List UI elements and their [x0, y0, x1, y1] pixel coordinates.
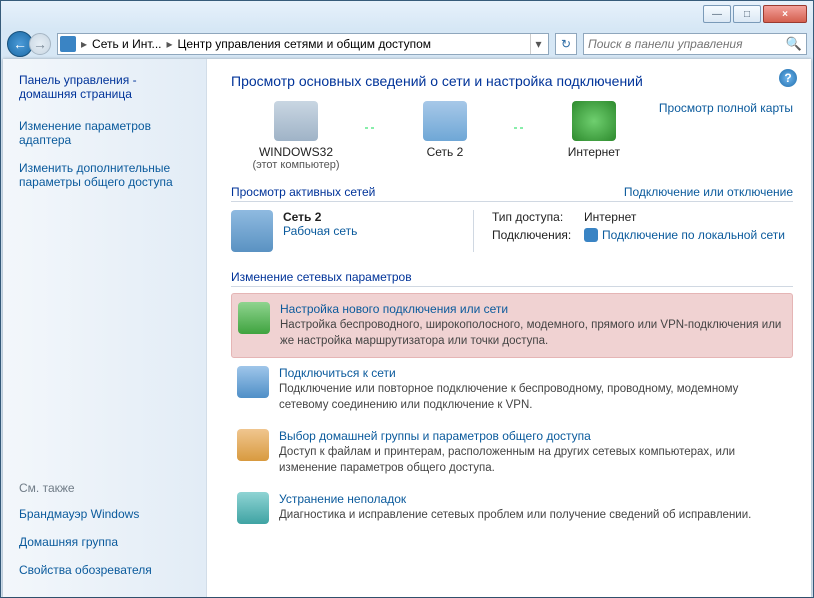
sidebar-link-homegroup[interactable]: Домашняя группа	[19, 535, 196, 549]
address-dropdown[interactable]: ▾	[530, 34, 546, 54]
connection-line-icon	[514, 127, 525, 129]
task-desc: Подключение или повторное подключение к …	[279, 382, 787, 413]
search-box[interactable]: 🔍	[583, 33, 807, 55]
chevron-right-icon[interactable]: ▸	[78, 37, 90, 51]
globe-icon	[572, 101, 616, 141]
active-network-name: Сеть 2	[283, 210, 463, 224]
control-panel-icon	[60, 36, 76, 52]
task-troubleshoot[interactable]: Устранение неполадок Диагностика и испра…	[231, 484, 793, 532]
main-content: ? Просмотр основных сведений о сети и на…	[207, 59, 811, 597]
see-also-heading: См. также	[19, 481, 196, 495]
network-settings-heading: Изменение сетевых параметров	[231, 270, 793, 287]
search-input[interactable]	[588, 37, 786, 51]
nav-buttons: ← →	[7, 31, 51, 57]
map-internet: Интернет	[529, 101, 659, 171]
refresh-button[interactable]: ↻	[555, 33, 577, 55]
help-icon[interactable]: ?	[779, 69, 797, 87]
task-desc: Настройка беспроводного, широкополосного…	[280, 318, 786, 349]
page-title: Просмотр основных сведений о сети и наст…	[231, 73, 793, 89]
connections-label: Подключения:	[492, 228, 578, 242]
network-map: WINDOWS32 (этот компьютер) Сеть 2 Интерн…	[231, 101, 659, 171]
network-icon	[423, 101, 467, 141]
map-this-pc: WINDOWS32 (этот компьютер)	[231, 101, 361, 171]
task-desc: Диагностика и исправление сетевых пробле…	[279, 508, 751, 524]
task-homegroup[interactable]: Выбор домашней группы и параметров общег…	[231, 421, 793, 484]
chevron-right-icon[interactable]: ▸	[164, 37, 176, 51]
view-full-map-link[interactable]: Просмотр полной карты	[659, 101, 793, 115]
network-name: Сеть 2	[380, 145, 510, 159]
connect-icon	[237, 366, 269, 398]
maximize-button[interactable]: □	[733, 5, 761, 23]
breadcrumb-current[interactable]: Центр управления сетями и общим доступом	[178, 37, 432, 51]
minimize-button[interactable]: —	[703, 5, 731, 23]
active-networks-heading: Просмотр активных сетей Подключение или …	[231, 185, 793, 202]
ethernet-icon	[584, 228, 598, 242]
sidebar-link-firewall[interactable]: Брандмауэр Windows	[19, 507, 196, 521]
network-type-link[interactable]: Рабочая сеть	[283, 224, 463, 238]
computer-icon	[274, 101, 318, 141]
map-network: Сеть 2	[380, 101, 510, 171]
task-connect-network[interactable]: Подключиться к сети Подключение или повт…	[231, 358, 793, 421]
pc-subtitle: (этот компьютер)	[231, 159, 361, 171]
internet-label: Интернет	[529, 145, 659, 159]
connection-line-icon	[365, 127, 376, 129]
task-title[interactable]: Выбор домашней группы и параметров общег…	[279, 429, 787, 443]
tasks-list: Настройка нового подключения или сети На…	[231, 293, 793, 532]
window-titlebar: — □ ×	[1, 1, 813, 29]
new-connection-icon	[238, 302, 270, 334]
task-new-connection[interactable]: Настройка нового подключения или сети На…	[231, 293, 793, 358]
access-type-label: Тип доступа:	[492, 210, 578, 224]
homegroup-icon	[237, 429, 269, 461]
body: Панель управления - домашняя страница Из…	[3, 59, 811, 597]
access-type-value: Интернет	[584, 210, 636, 224]
control-panel-home-link[interactable]: Панель управления - домашняя страница	[19, 73, 196, 101]
search-icon[interactable]: 🔍	[786, 36, 802, 52]
work-network-icon	[231, 210, 273, 252]
task-title[interactable]: Подключиться к сети	[279, 366, 787, 380]
active-network-row: Сеть 2 Рабочая сеть Тип доступа: Интерне…	[231, 210, 793, 252]
sidebar-link-internet-options[interactable]: Свойства обозревателя	[19, 563, 196, 577]
pc-name: WINDOWS32	[231, 145, 361, 159]
sidebar-link-adapter[interactable]: Изменение параметров адаптера	[19, 119, 196, 147]
close-button[interactable]: ×	[763, 5, 807, 23]
sidebar: Панель управления - домашняя страница Из…	[3, 59, 207, 597]
task-desc: Доступ к файлам и принтерам, расположенн…	[279, 445, 787, 476]
connect-disconnect-link[interactable]: Подключение или отключение	[624, 185, 793, 199]
task-title[interactable]: Настройка нового подключения или сети	[280, 302, 786, 316]
breadcrumb-network[interactable]: Сеть и Инт...	[92, 37, 161, 51]
sidebar-link-sharing[interactable]: Изменить дополнительные параметры общего…	[19, 161, 196, 189]
troubleshoot-icon	[237, 492, 269, 524]
lan-connection-link[interactable]: Подключение по локальной сети	[584, 228, 785, 242]
nav-row: ← → ▸ Сеть и Инт... ▸ Центр управления с…	[1, 29, 813, 59]
address-bar[interactable]: ▸ Сеть и Инт... ▸ Центр управления сетям…	[57, 33, 549, 55]
forward-button[interactable]: →	[29, 33, 51, 55]
task-title[interactable]: Устранение неполадок	[279, 492, 751, 506]
